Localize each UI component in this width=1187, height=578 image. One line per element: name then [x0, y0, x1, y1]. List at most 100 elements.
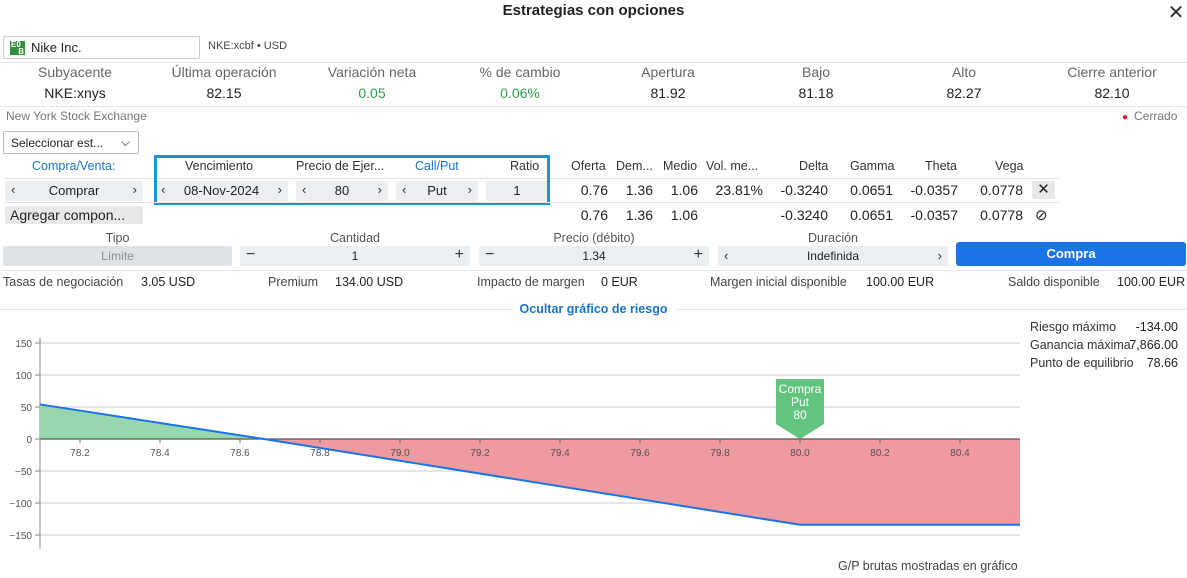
selection-highlight	[154, 155, 550, 205]
strike-marker-label: 80	[793, 408, 807, 422]
fees-value: 3.05 USD	[141, 275, 196, 289]
side-stepper[interactable]: ‹ Comprar ›	[5, 181, 143, 201]
close-icon[interactable]: ✕	[1166, 0, 1186, 25]
duration-label: Duración	[807, 231, 859, 245]
total-bid: 0.76	[580, 207, 608, 223]
window-title: Estrategias con opciones	[502, 2, 685, 19]
header-mid: Medio	[663, 159, 698, 173]
plus-icon[interactable]: +	[455, 246, 464, 264]
leg-gamma: 0.0651	[850, 182, 893, 198]
max-gain-label: Ganancia máxima	[1030, 338, 1131, 352]
y-tick-label: −100	[9, 499, 32, 510]
stat-high: Alto 82.27	[946, 64, 982, 101]
header-theta: Theta	[925, 159, 957, 173]
x-tick-label: 80.4	[950, 448, 970, 459]
plus-icon[interactable]: +	[694, 246, 703, 264]
price-label: Precio (débito)	[553, 231, 635, 245]
stat-open: Apertura 81.92	[641, 64, 695, 101]
total-ask: 1.36	[625, 207, 653, 223]
y-tick-label: −50	[15, 467, 32, 478]
x-tick-label: 78.2	[70, 448, 90, 459]
leg-vega: 0.0778	[980, 182, 1023, 198]
stat-net-change: Variación neta 0.05	[327, 64, 417, 101]
x-tick-label: 80.2	[870, 448, 890, 459]
symbol-name: Nike Inc.	[31, 40, 82, 55]
total-delta: -0.3240	[780, 207, 828, 223]
quantity-stepper[interactable]: −1 +	[240, 246, 470, 266]
header-gamma: Gamma	[850, 159, 895, 173]
y-tick-label: −150	[9, 531, 32, 542]
total-gamma: 0.0651	[850, 207, 893, 223]
x-tick-label: 78.4	[150, 448, 170, 459]
divider	[5, 202, 1060, 203]
exchange-name: New York Stock Exchange	[6, 109, 147, 123]
chart-note: G/P brutas mostradas en gráfico	[838, 559, 1018, 573]
max-risk-value: -134.00	[1135, 320, 1178, 334]
exchange-logo-icon: E0 B	[10, 40, 25, 56]
y-tick-label: 50	[21, 403, 33, 414]
header-bid: Oferta	[571, 159, 606, 173]
stat-last-trade: Última operación 82.15	[171, 64, 277, 101]
stat-prev-close: Cierre anterior 82.10	[1067, 64, 1157, 101]
x-tick-label: 79.4	[550, 448, 570, 459]
order-type-label: Tipo	[105, 231, 130, 245]
leg-mid: 1.06	[670, 182, 698, 198]
price-stepper[interactable]: −1.34 +	[479, 246, 709, 266]
stat-pct-change: % de cambio 0.06%	[479, 64, 561, 101]
x-tick-label: 79.2	[470, 448, 490, 459]
symbol-exchange-code: NKE:xcbf • USD	[208, 40, 288, 52]
total-vega: 0.0778	[980, 207, 1023, 223]
breakeven-label: Punto de equilibrio	[1030, 356, 1134, 370]
remove-leg-icon[interactable]: ✕	[1032, 181, 1055, 199]
leg-ask: 1.36	[625, 182, 653, 198]
order-type-field[interactable]: Límite	[3, 246, 232, 266]
x-tick-label: 79.6	[630, 448, 650, 459]
stat-low: Bajo 81.18	[798, 64, 834, 101]
duration-stepper[interactable]: ‹ Indefinida ›	[718, 246, 948, 266]
header-ask: Dem...	[616, 159, 653, 173]
max-risk-label: Riesgo máximo	[1030, 320, 1117, 334]
leg-theta: -0.0357	[910, 182, 958, 198]
risk-chart: 150100500−50−100−15078.2 78.4 78.6 78.8 79.0…	[9, 338, 1020, 549]
initial-margin-value: 100.00 EUR	[866, 275, 935, 289]
divider	[0, 106, 1187, 107]
quantity-label: Cantidad	[329, 231, 381, 245]
chevron-right-icon[interactable]: ›	[938, 248, 942, 263]
ban-icon[interactable]: ⊘	[1035, 206, 1048, 224]
hide-risk-chart-link[interactable]: Ocultar gráfico de riesgo	[0, 302, 1187, 316]
balance-label: Saldo disponible	[1008, 275, 1100, 289]
leg-bid: 0.76	[580, 182, 608, 198]
balance-value: 100.00 EUR	[1117, 275, 1186, 289]
x-tick-label: 79.8	[710, 448, 730, 459]
strategy-select[interactable]: Seleccionar est... ⌵	[3, 131, 139, 154]
x-tick-label: 78.6	[230, 448, 250, 459]
margin-impact-value: 0 EUR	[601, 275, 638, 289]
margin-impact-label: Impacto de margen	[477, 275, 585, 289]
breakeven-value: 78.66	[1146, 356, 1178, 370]
chevron-right-icon[interactable]: ›	[133, 182, 137, 197]
x-tick-label: 79.0	[390, 448, 410, 459]
symbol-field[interactable]: E0 B Nike Inc.	[3, 36, 200, 59]
divider	[0, 62, 1187, 63]
total-theta: -0.0357	[910, 207, 958, 223]
header-delta: Delta	[799, 159, 829, 173]
header-vega: Vega	[995, 159, 1024, 173]
initial-margin-label: Margen inicial disponible	[710, 275, 847, 289]
leg-vol: 23.81%	[715, 182, 763, 198]
header-vol: Vol. me...	[706, 159, 759, 173]
max-gain-value: 7,866.00	[1129, 338, 1178, 352]
buy-button[interactable]: Compra	[956, 242, 1186, 266]
chevron-down-icon: ⌵	[120, 135, 130, 149]
premium-label: Premium	[268, 275, 319, 289]
premium-value: 134.00 USD	[335, 275, 404, 289]
strike-marker-label: Compra	[779, 382, 822, 396]
status-dot-icon: ●	[1122, 112, 1129, 123]
leg-delta: -0.3240	[780, 182, 828, 198]
x-tick-label: 80.0	[790, 448, 810, 459]
y-tick-label: 0	[26, 435, 32, 446]
stat-underlying: Subyacente NKE:xnys	[38, 64, 112, 101]
strike-marker-label: Put	[791, 395, 810, 409]
fees-label: Tasas de negociación	[3, 275, 124, 289]
add-component-button[interactable]: Agregar compon...	[5, 206, 143, 224]
header-side: Compra/Venta:	[32, 159, 116, 173]
